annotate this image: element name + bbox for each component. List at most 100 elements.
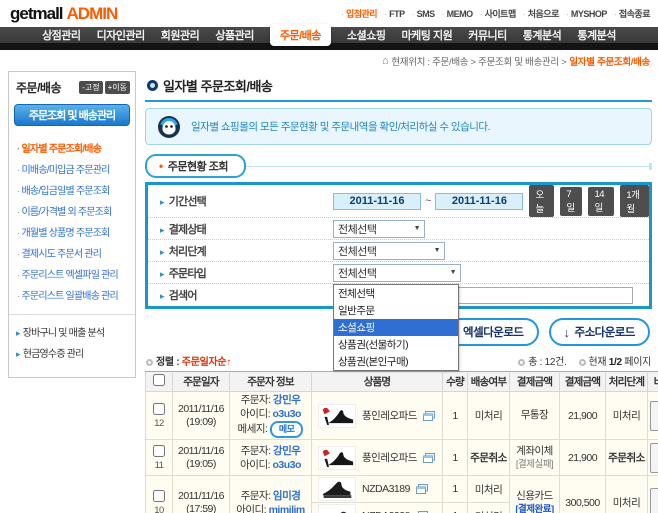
getmall-logo[interactable]: getmallADMIN (10, 4, 117, 24)
order-type-dropdown-list: 전체선택 일반주문 소셜쇼핑 상품권(선물하기) 상품권(본인구매) (333, 284, 459, 371)
quick-1month-button[interactable]: 1개월 (620, 185, 649, 217)
sidebar-move-button[interactable]: +이동 (105, 81, 130, 94)
bullet: · (17, 207, 20, 218)
toplink-store-entry[interactable]: ·입점관리 (341, 7, 377, 20)
sidebar-item-monthly-product[interactable]: ·개월별 상품명 주문조회 (17, 222, 131, 243)
product-name[interactable]: NZDA3189 (362, 483, 410, 495)
product-name[interactable]: 풍인레오파드 (362, 450, 417, 465)
nav-stats-2[interactable]: 통계분석 (577, 27, 615, 43)
orderer-label: 주문자: (241, 445, 271, 457)
arrow-icon: ▸ (16, 349, 20, 359)
order-date: 2011/11/16 (175, 490, 227, 503)
sidebar-extra-label: 현금영수증 관리 (23, 349, 84, 360)
helper-headset-icon (156, 114, 182, 140)
toplink-logout[interactable]: ·접속종료 (614, 7, 650, 20)
sidebar-item-ship-date[interactable]: ·배송/입금일별 주문조회 (17, 180, 131, 201)
order-type-option-normal[interactable]: 일반주문 (334, 302, 458, 319)
nav-product-mgmt[interactable]: 상품관리 (215, 27, 253, 43)
orderer-id[interactable]: o3u3o (272, 408, 300, 420)
select-all-checkbox[interactable] (153, 374, 165, 386)
arrow-icon: ▸ (160, 247, 164, 257)
row-checkbox[interactable] (153, 490, 165, 502)
quick-14days-button[interactable]: 14일 (588, 187, 614, 216)
popup-window-icon[interactable] (416, 484, 428, 494)
nav-stats-1[interactable]: 통계분석 (523, 27, 561, 43)
sidebar-title: 주문/배송 (16, 79, 61, 96)
orderer-info-cell: 주문자: 임미경 아이디: mimilim (230, 476, 312, 513)
memo-button[interactable]: 메모 (270, 421, 304, 438)
delete-button[interactable]: 삭제 (650, 401, 658, 431)
sidebar-section-order-shipping[interactable]: 주문조회 및 배송관리 (14, 104, 130, 126)
toplink-sitemap[interactable]: ·사이트맵 (480, 7, 516, 20)
date-to-input[interactable] (435, 193, 523, 210)
date-from-input[interactable] (333, 193, 421, 210)
toplink-ftp[interactable]: ·FTP (384, 9, 405, 19)
toplink-home[interactable]: ·처음으로 (523, 7, 559, 20)
page-label: 현재 (589, 357, 607, 368)
form-row-order-type: ▸주문타입 전체선택▼ 전체선택 일반주문 소셜쇼핑 상품권(선물하기) 상품권… (148, 262, 649, 284)
orange-dot-icon: • (159, 159, 163, 173)
orderer-name[interactable]: 강민우 (273, 394, 300, 406)
sidebar-pin-button[interactable]: -고정 (79, 81, 102, 94)
count-info: 총 : 12건. 현재 1/2 페이지 (518, 353, 651, 368)
payment-amount-cell: 300,500 (560, 476, 606, 513)
order-type-option-social[interactable]: 소셜쇼핑 (334, 319, 458, 336)
orderer-id[interactable]: o3u3o (272, 459, 300, 471)
sidebar-item-bulk-shipping[interactable]: ·주문리스트 일괄배송 관리 (17, 285, 131, 306)
nav-marketing[interactable]: 마케팅 지원 (402, 27, 453, 43)
sidebar-item-name-price[interactable]: ·이름/가격별 외 주문조회 (17, 201, 131, 222)
sidebar-item-daily-orders[interactable]: ·일자별 주문조회/배송 (17, 138, 131, 159)
main-nav: 상점관리 디자인관리 회원관리 상품관리 주문/배송 소셜쇼핑 마케팅 지원 커… (0, 27, 658, 50)
row-checkbox[interactable] (153, 445, 165, 457)
sidebar-item-cart-analysis[interactable]: ▸장바구니 및 매출 분석 (16, 323, 131, 344)
orderer-name[interactable]: 강민우 (273, 445, 300, 457)
delete-button[interactable]: 삭제 (650, 488, 658, 513)
toplink-myshop[interactable]: ·MYSHOP (566, 9, 607, 19)
bullet: · (17, 291, 20, 302)
sidebar-item-excel-file[interactable]: ·주문리스트 엑셀파일 관리 (17, 264, 131, 285)
popup-window-icon[interactable] (423, 411, 435, 421)
row-checkbox[interactable] (153, 403, 165, 415)
sidebar-item-payment-attempt[interactable]: ·결제시도 주문서 관리 (17, 243, 131, 264)
step-select[interactable]: 전체선택▼ (333, 242, 445, 260)
sort-value[interactable]: 주문일자순↑ (182, 357, 231, 368)
pay-status-select[interactable]: 전체선택▼ (333, 220, 425, 238)
address-download-button[interactable]: ↓ 주소다운로드 (549, 318, 650, 346)
nav-community[interactable]: 커뮤니티 (468, 27, 506, 43)
order-type-option-giftcard-self[interactable]: 상품권(본인구매) (334, 353, 458, 370)
label-text: 주문타입 (169, 268, 206, 280)
nav-store-mgmt[interactable]: 상점관리 (42, 27, 80, 43)
orderer-info-cell: 주문자: 강민우 아이디: o3u3o (230, 440, 312, 476)
sidebar-item-cash-receipt[interactable]: ▸현금영수증 관리 (16, 344, 131, 365)
quick-today-button[interactable]: 오늘 (529, 185, 554, 217)
id-label: 아이디: (236, 504, 266, 513)
orderer-name[interactable]: 임미경 (273, 490, 300, 502)
order-type-select[interactable]: 전체선택▼ (333, 264, 461, 282)
table-row: 10 2011/11/16(17:59) 주문자: 임미경 아이디: mimil… (146, 476, 658, 503)
dot-separator: · (341, 9, 344, 19)
toplink-memo[interactable]: ·MEMO (442, 9, 473, 19)
nav-social-shopping[interactable]: 소셜쇼핑 (347, 27, 385, 43)
quick-7days-button[interactable]: 7일 (560, 187, 582, 216)
nav-order-shipping[interactable]: 주문/배송 (270, 24, 331, 46)
nav-design-mgmt[interactable]: 디자인관리 (97, 27, 145, 43)
payment-method: 무통장 (512, 409, 557, 422)
process-step-cell: 미처리 (606, 476, 648, 513)
orderer-id[interactable]: mimilim (269, 504, 305, 513)
bullet: · (17, 186, 20, 197)
form-row-step: ▸처리단계 전체선택▼ (148, 240, 649, 262)
popup-window-icon[interactable] (423, 453, 435, 463)
orderer-label: 주문자: (241, 394, 271, 406)
order-type-option-giftcard-gift[interactable]: 상품권(선물하기) (334, 336, 458, 353)
nav-member-mgmt[interactable]: 회원관리 (161, 27, 199, 43)
product-name[interactable]: 풍인레오파드 (362, 408, 417, 423)
shipping-status-cell: 미처리 (468, 392, 510, 440)
delete-button[interactable]: 삭제 (650, 443, 658, 473)
arrow-icon: ▸ (160, 269, 164, 279)
toplink-label: 처음으로 (528, 7, 559, 20)
bullet: · (17, 249, 20, 260)
product-thumbnail (318, 404, 356, 428)
toplink-sms[interactable]: ·SMS (412, 9, 435, 19)
order-type-option-all[interactable]: 전체선택 (334, 285, 458, 302)
sidebar-item-unshipped[interactable]: ·미배송/미입금 주문관리 (17, 159, 131, 180)
